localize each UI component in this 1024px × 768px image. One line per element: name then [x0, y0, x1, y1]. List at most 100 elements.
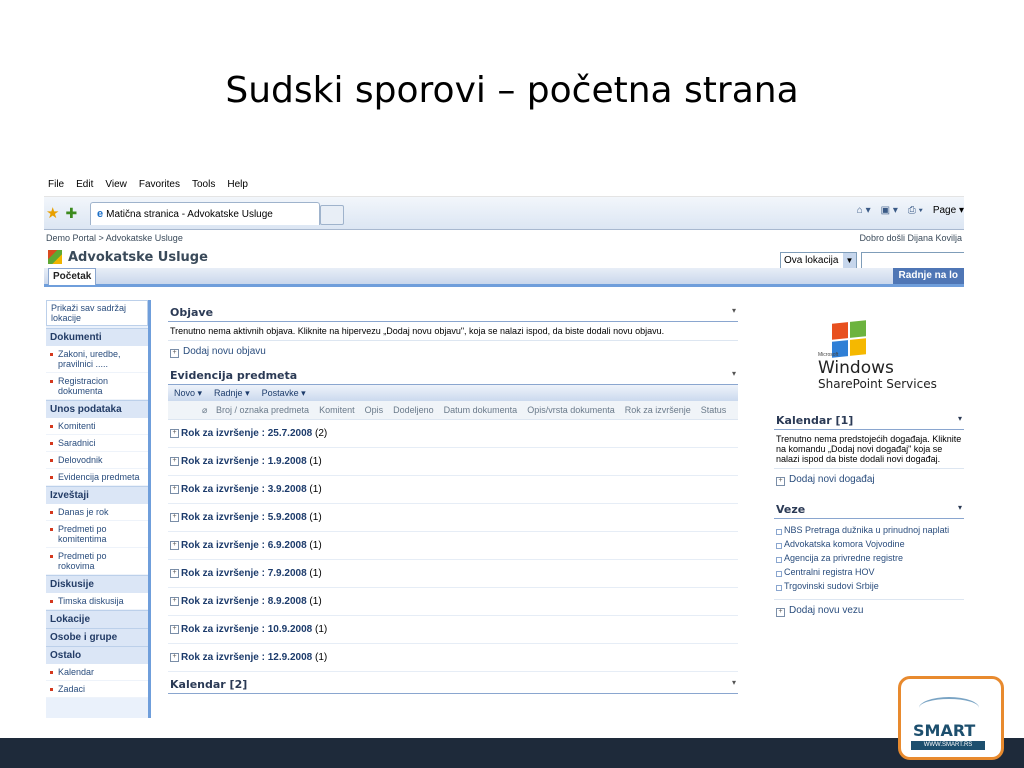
link-item[interactable]: NBS Pretraga dužnika u prinudnoj naplati [774, 523, 964, 537]
menu-file[interactable]: File [48, 179, 64, 190]
ql-item[interactable]: Delovodnik [46, 452, 148, 469]
ql-item[interactable]: Registracion dokumenta [46, 373, 148, 400]
column-header[interactable]: Komitent [319, 405, 355, 415]
column-header[interactable]: Rok za izvršenje [625, 405, 691, 415]
add-link-link[interactable]: + Dodaj novu vezu [774, 599, 964, 622]
new-menu[interactable]: Novo ▾ [174, 388, 202, 399]
add-announcement-link[interactable]: + Dodaj novu objavu [168, 341, 738, 363]
ql-item[interactable]: Danas je rok [46, 504, 148, 521]
links-title[interactable]: Veze [776, 503, 805, 516]
group-row[interactable]: + Rok za izvršenje : 5.9.2008 (1) [168, 504, 738, 532]
site-actions-menu[interactable]: Radnje na lo [892, 268, 964, 284]
print-icon[interactable]: ⎙ ▾ [908, 205, 923, 216]
tab-title: Matična stranica - Advokatske Usluge [106, 208, 273, 220]
column-header[interactable]: Status [701, 405, 727, 415]
ql-item[interactable]: Predmeti po rokovima [46, 548, 148, 575]
add-favorite-icon[interactable]: ✚ [65, 205, 77, 222]
webpart-menu-icon[interactable]: ▾ [958, 414, 962, 427]
welcome-menu[interactable]: Dobro došli Dijana Kovilja [859, 233, 962, 243]
group-row[interactable]: + Rok za izvršenje : 3.9.2008 (1) [168, 476, 738, 504]
expand-icon: + [170, 625, 179, 634]
new-tab-button[interactable] [320, 205, 344, 225]
ql-item[interactable]: Zakoni, uredbe, pravilnici ..... [46, 346, 148, 373]
group-row[interactable]: + Rok za izvršenje : 7.9.2008 (1) [168, 560, 738, 588]
home-icon[interactable]: ⌂ ▾ [857, 205, 871, 216]
column-header[interactable]: Opis [365, 405, 384, 415]
ql-heading[interactable]: Ostalo [46, 646, 148, 664]
chevron-down-icon: ▼ [843, 253, 856, 268]
link-item[interactable]: Agencija za privredne registre [774, 551, 964, 565]
smart-name: SMART [913, 721, 976, 740]
ql-heading[interactable]: Lokacije [46, 610, 148, 628]
search-scope-select[interactable]: Ova lokacija ▼ [780, 252, 857, 269]
favorites-star-icon[interactable]: ★ [46, 204, 59, 222]
ql-item[interactable]: Timska diskusija [46, 593, 148, 610]
menu-view[interactable]: View [105, 179, 127, 190]
menu-help[interactable]: Help [227, 179, 248, 190]
column-header[interactable]: Broj / oznaka predmeta [216, 405, 309, 415]
menu-edit[interactable]: Edit [76, 179, 93, 190]
ql-item[interactable]: Predmeti po komitentima [46, 521, 148, 548]
sharepoint-logo: Microsoft Windows SharePoint Services [774, 300, 964, 410]
tab-home[interactable]: Početak [48, 268, 97, 285]
ql-item[interactable]: Komitenti [46, 418, 148, 435]
ql-item[interactable]: Kalendar [46, 664, 148, 681]
calendar1-title[interactable]: Kalendar [1] [776, 414, 853, 427]
view-all-content-link[interactable]: Prikaži sav sadržaj lokacije [46, 300, 148, 326]
search-input[interactable] [861, 252, 964, 269]
expand-icon: + [170, 485, 179, 494]
menu-favorites[interactable]: Favorites [139, 179, 180, 190]
feeds-icon[interactable]: ▣ ▾ [881, 205, 898, 216]
link-item[interactable]: Centralni registra HOV [774, 565, 964, 579]
logo-windows: Windows [818, 358, 894, 378]
ql-item[interactable]: Evidencija predmeta [46, 469, 148, 486]
calendar-text: Trenutno nema predstojećih događaja. Kli… [774, 430, 964, 469]
add-icon: + [776, 477, 785, 486]
webpart-header: Objave ▾ [168, 300, 738, 322]
site-title[interactable]: Advokatske Usluge [68, 250, 208, 265]
ql-item[interactable]: Saradnici [46, 435, 148, 452]
add-event-link[interactable]: + Dodaj novi događaj [774, 469, 964, 491]
group-row[interactable]: + Rok za izvršenje : 12.9.2008 (1) [168, 644, 738, 672]
ql-item[interactable]: Zadaci [46, 681, 148, 698]
group-row[interactable]: + Rok za izvršenje : 6.9.2008 (1) [168, 532, 738, 560]
portal-bar: Demo Portal > Advokatske Usluge Dobro do… [44, 230, 964, 246]
page-menu[interactable]: Page ▾ [933, 205, 964, 216]
expand-icon: + [170, 597, 179, 606]
attachment-icon: ⌀ [202, 404, 208, 415]
cases-title[interactable]: Evidencija predmeta [170, 369, 297, 382]
webpart-menu-icon[interactable]: ▾ [732, 369, 736, 382]
ql-heading[interactable]: Izveštaji [46, 486, 148, 504]
link-item[interactable]: Advokatska komora Vojvodine [774, 537, 964, 551]
column-header[interactable]: Datum dokumenta [444, 405, 518, 415]
command-bar: ⌂ ▾ ▣ ▾ ⎙ ▾ Page ▾ [857, 205, 964, 216]
webpart-menu-icon[interactable]: ▾ [958, 503, 962, 516]
browser-tab[interactable]: e Matična stranica - Advokatske Usluge [90, 202, 320, 225]
group-row[interactable]: + Rok za izvršenje : 10.9.2008 (1) [168, 616, 738, 644]
menu-tools[interactable]: Tools [192, 179, 215, 190]
search-area: Ova lokacija ▼ [780, 252, 964, 269]
right-zone: Microsoft Windows SharePoint Services Ka… [774, 300, 964, 622]
column-header[interactable]: Dodeljeno [393, 405, 434, 415]
group-row[interactable]: + Rok za izvršenje : 8.9.2008 (1) [168, 588, 738, 616]
ql-heading[interactable]: Osobe i grupe [46, 628, 148, 646]
link-item[interactable]: Trgovinski sudovi Srbije [774, 579, 964, 593]
webpart-header: Veze ▾ [774, 499, 964, 519]
ql-heading[interactable]: Dokumenti [46, 328, 148, 346]
webpart-menu-icon[interactable]: ▾ [732, 678, 736, 691]
add-icon: + [170, 349, 179, 358]
settings-menu[interactable]: Postavke ▾ [262, 388, 306, 399]
group-row[interactable]: + Rok za izvršenje : 25.7.2008 (2) [168, 420, 738, 448]
announcements-title[interactable]: Objave [170, 306, 213, 319]
group-row[interactable]: + Rok za izvršenje : 1.9.2008 (1) [168, 448, 738, 476]
actions-menu[interactable]: Radnje ▾ [214, 388, 250, 399]
ql-heading[interactable]: Unos podataka [46, 400, 148, 418]
breadcrumb[interactable]: Demo Portal > Advokatske Usluge [46, 233, 183, 243]
calendar2-title[interactable]: Kalendar [2] [170, 678, 247, 691]
webpart-menu-icon[interactable]: ▾ [732, 306, 736, 319]
browser-toolbar: ★ ✚ e Matična stranica - Advokatske Uslu… [44, 197, 964, 230]
column-header[interactable]: Opis/vrsta dokumenta [527, 405, 615, 415]
quick-launch: Prikaži sav sadržaj lokacije Dokumenti Z… [46, 300, 151, 718]
webpart-header: Evidencija predmeta ▾ [168, 363, 738, 385]
ql-heading[interactable]: Diskusije [46, 575, 148, 593]
